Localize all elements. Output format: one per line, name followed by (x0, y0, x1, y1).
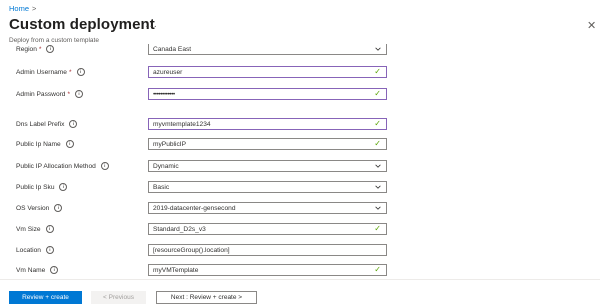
os-version-dropdown[interactable]: 2019-datacenter-gensecond (148, 202, 387, 214)
info-icon[interactable]: i (100, 162, 109, 170)
info-icon[interactable]: i (54, 204, 63, 212)
vm-size-input[interactable]: Standard_D2s_v3 ✓ (148, 223, 387, 235)
more-options-icon[interactable]: ··· (145, 21, 158, 32)
info-icon[interactable]: i (75, 90, 84, 98)
field-label: Public Ip Name i (16, 140, 74, 148)
location-input[interactable]: [resourceGroup().location] (148, 244, 387, 256)
checkmark-icon: ✓ (374, 224, 381, 233)
info-icon[interactable]: i (45, 246, 54, 254)
field-row-admin-password: Admin Password * i •••••••••••• ✓ (0, 88, 600, 102)
field-row-public-ip-name: Public Ip Name i myPublicIP ✓ (0, 138, 600, 152)
info-icon[interactable]: i (59, 183, 68, 191)
field-label: Public Ip Sku i (16, 183, 68, 191)
chevron-down-icon (375, 185, 381, 189)
field-label: Public IP Allocation Method i (16, 162, 109, 170)
form-scroll-area: Region * i Canada East Admin Username * i az… (0, 44, 600, 278)
chevron-down-icon (375, 47, 381, 51)
chevron-down-icon (375, 206, 381, 210)
field-row-public-ip-allocation-method: Public IP Allocation Method i Dynamic (0, 160, 600, 174)
breadcrumb: Home > (9, 4, 36, 13)
field-label: Admin Username * i (16, 68, 85, 76)
checkmark-icon: ✓ (374, 139, 381, 148)
field-label: OS Version i (16, 204, 63, 212)
field-row-region: Region * i Canada East (0, 44, 600, 57)
checkmark-icon: ✓ (374, 67, 381, 76)
field-label: Vm Name i (16, 266, 59, 274)
public-ip-name-input[interactable]: myPublicIP ✓ (148, 138, 387, 150)
info-icon[interactable]: i (45, 225, 54, 233)
field-row-location: Location i [resourceGroup().location] (0, 244, 600, 258)
dns-label-prefix-input[interactable]: myvmtemplate1234 ✓ (148, 118, 387, 130)
page-subtitle: Deploy from a custom template (9, 37, 99, 44)
previous-button[interactable]: < Previous (91, 291, 146, 304)
field-label: Vm Size i (16, 225, 54, 233)
page-title: Custom deployment (9, 16, 155, 33)
field-row-dns-label-prefix: Dns Label Prefix i myvmtemplate1234 ✓ (0, 118, 600, 132)
public-ip-allocation-method-dropdown[interactable]: Dynamic (148, 160, 387, 172)
checkmark-icon: ✓ (374, 89, 381, 98)
close-icon[interactable]: ✕ (587, 21, 596, 32)
info-icon[interactable]: i (65, 140, 74, 148)
field-row-vm-size: Vm Size i Standard_D2s_v3 ✓ (0, 223, 600, 237)
field-row-public-ip-sku: Public Ip Sku i Basic (0, 181, 600, 195)
public-ip-sku-dropdown[interactable]: Basic (148, 181, 387, 193)
field-label: Region * i (16, 45, 55, 53)
review-create-button[interactable]: Review + create (9, 291, 82, 304)
footer-action-bar: Review + create < Previous Next : Review… (0, 279, 600, 308)
next-review-create-button[interactable]: Next : Review + create > (156, 291, 257, 304)
region-dropdown[interactable]: Canada East (148, 44, 387, 55)
admin-username-input[interactable]: azureuser ✓ (148, 66, 387, 78)
info-icon[interactable]: i (76, 68, 85, 76)
breadcrumb-home-link[interactable]: Home (9, 4, 29, 13)
field-row-os-version: OS Version i 2019-datacenter-gensecond (0, 202, 600, 216)
field-row-admin-username: Admin Username * i azureuser ✓ (0, 66, 600, 80)
admin-password-input[interactable]: •••••••••••• ✓ (148, 88, 387, 100)
info-icon[interactable]: i (50, 266, 59, 274)
breadcrumb-separator: > (32, 4, 37, 13)
vm-name-input[interactable]: myVMTemplate ✓ (148, 264, 387, 276)
field-label: Location i (16, 246, 54, 254)
checkmark-icon: ✓ (374, 119, 381, 128)
checkmark-icon: ✓ (374, 265, 381, 274)
chevron-down-icon (375, 164, 381, 168)
field-label: Admin Password * i (16, 90, 84, 98)
info-icon[interactable]: i (69, 120, 78, 128)
field-row-vm-name: Vm Name i myVMTemplate ✓ (0, 264, 600, 278)
info-icon[interactable]: i (46, 45, 55, 53)
field-label: Dns Label Prefix i (16, 120, 78, 128)
